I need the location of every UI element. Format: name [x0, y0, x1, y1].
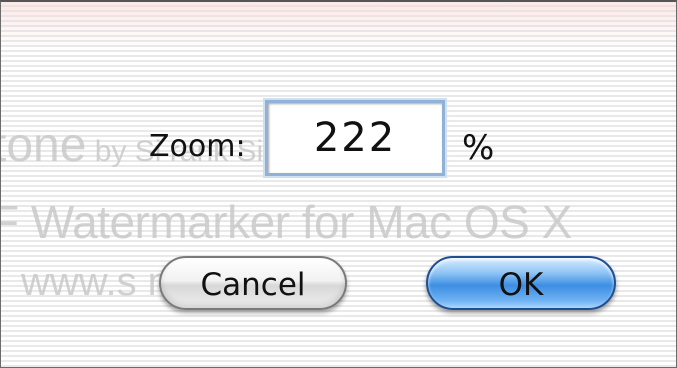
zoom-dialog: tone by Si rank Siegar F Watermarker for… — [0, 0, 677, 368]
percent-unit: % — [462, 128, 495, 168]
watermark-line-2: F Watermarker for Mac OS X — [0, 196, 572, 248]
watermark-line-3: www.s m — [21, 260, 181, 304]
watermark-large-text: tone — [0, 119, 87, 172]
ok-button[interactable]: OK — [426, 256, 616, 310]
title-tint — [1, 2, 676, 48]
zoom-input[interactable] — [265, 100, 445, 176]
cancel-button[interactable]: Cancel — [159, 256, 347, 310]
zoom-label: Zoom: — [149, 129, 246, 164]
